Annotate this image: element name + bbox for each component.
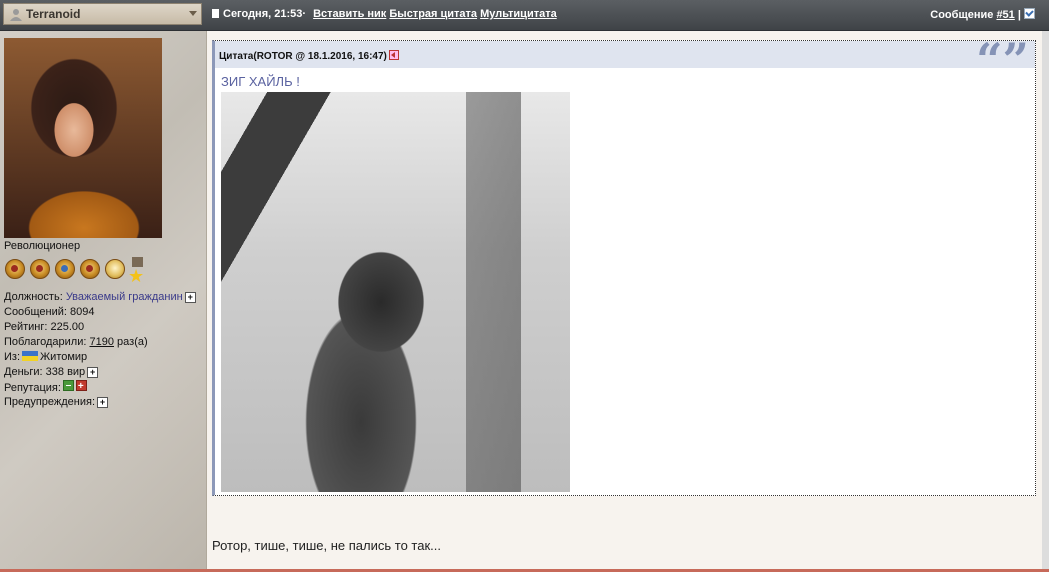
user-dropdown[interactable]: Terranoid [3,3,202,25]
post-number-area: Сообщение #51 | [930,8,1035,21]
money-value: 338 вир [45,366,86,378]
top-bar: Terranoid Сегодня, 21:53· Вставить ник Б… [0,0,1049,31]
scrollbar[interactable] [1042,31,1049,569]
award-icon[interactable] [5,259,25,279]
chevron-down-icon[interactable] [189,11,197,16]
user-panel: Революционер ★ Должность: Уважаемый граж… [0,31,207,572]
user-rank: Революционер [4,240,81,252]
avatar[interactable] [4,38,162,238]
award-icon[interactable] [55,259,75,279]
thanked-count-link[interactable]: 7190 [90,336,114,348]
rating-value: 225.00 [50,321,85,333]
quoted-image[interactable] [221,92,570,492]
select-post-checkbox[interactable] [1024,8,1035,19]
plus-icon[interactable]: + [184,292,196,303]
thanked-row: Поблагодарили: 7190 раз(а) [4,336,148,348]
reputation-plus-icon[interactable] [75,379,87,394]
quote-marks-icon: “” [976,33,1029,87]
insert-nick-link[interactable]: Вставить ник [313,8,386,20]
award-icon[interactable] [30,259,50,279]
plus-icon[interactable]: + [97,397,109,408]
award-icon[interactable] [80,259,100,279]
position-value[interactable]: Уважаемый гражданин [66,291,183,303]
money-row: Деньги: 338 вир + [4,365,196,380]
location-row: Из: Житомир [4,351,88,363]
quote-header: Цитата(ROTOR @ 18.1.2016, 16:47) “” [215,37,1035,83]
user-info: Должность: Уважаемый гражданин + Сообщени… [4,290,196,410]
quote-text: ЗИГ ХАЙЛЬ ! [221,74,300,89]
post-time: Сегодня, 21:53 [223,8,303,20]
username: Terranoid [26,7,81,21]
multi-quote-link[interactable]: Мультицитата [480,8,557,20]
position-row: Должность: Уважаемый гражданин + [4,290,196,305]
plus-icon[interactable]: + [87,367,99,378]
post-label: Сообщение [930,9,994,21]
reputation-row: Репутация: [4,379,196,395]
posts-count: 8094 [70,306,95,318]
separator: | [1017,9,1021,21]
go-to-quoted-post-icon[interactable] [388,50,399,60]
posts-row: Сообщений: 8094 [4,306,95,318]
reply-text: Ротор, тише, тише, не пались то так... [212,538,441,553]
award-icon[interactable] [105,259,125,279]
ukraine-flag-icon [22,351,39,361]
reputation-minus-icon[interactable] [62,380,74,391]
document-icon [212,9,219,18]
post-meta: Сегодня, 21:53· Вставить ник Быстрая цит… [212,8,557,20]
post-number-link[interactable]: #51 [996,9,1014,21]
quick-quote-link[interactable]: Быстрая цитата [389,8,477,20]
user-icon [10,9,22,21]
star-medal-icon[interactable]: ★ [128,257,146,285]
quote-block: Цитата(ROTOR @ 18.1.2016, 16:47) “” ЗИГ … [212,37,1036,496]
warnings-row: Предупреждения: + [4,395,196,410]
quote-author: Цитата(ROTOR @ 18.1.2016, 16:47) [219,50,399,62]
post-content: Цитата(ROTOR @ 18.1.2016, 16:47) “” ЗИГ … [207,31,1042,572]
rating-row: Рейтинг: 225.00 [4,321,85,333]
location-value: Житомир [40,351,88,363]
